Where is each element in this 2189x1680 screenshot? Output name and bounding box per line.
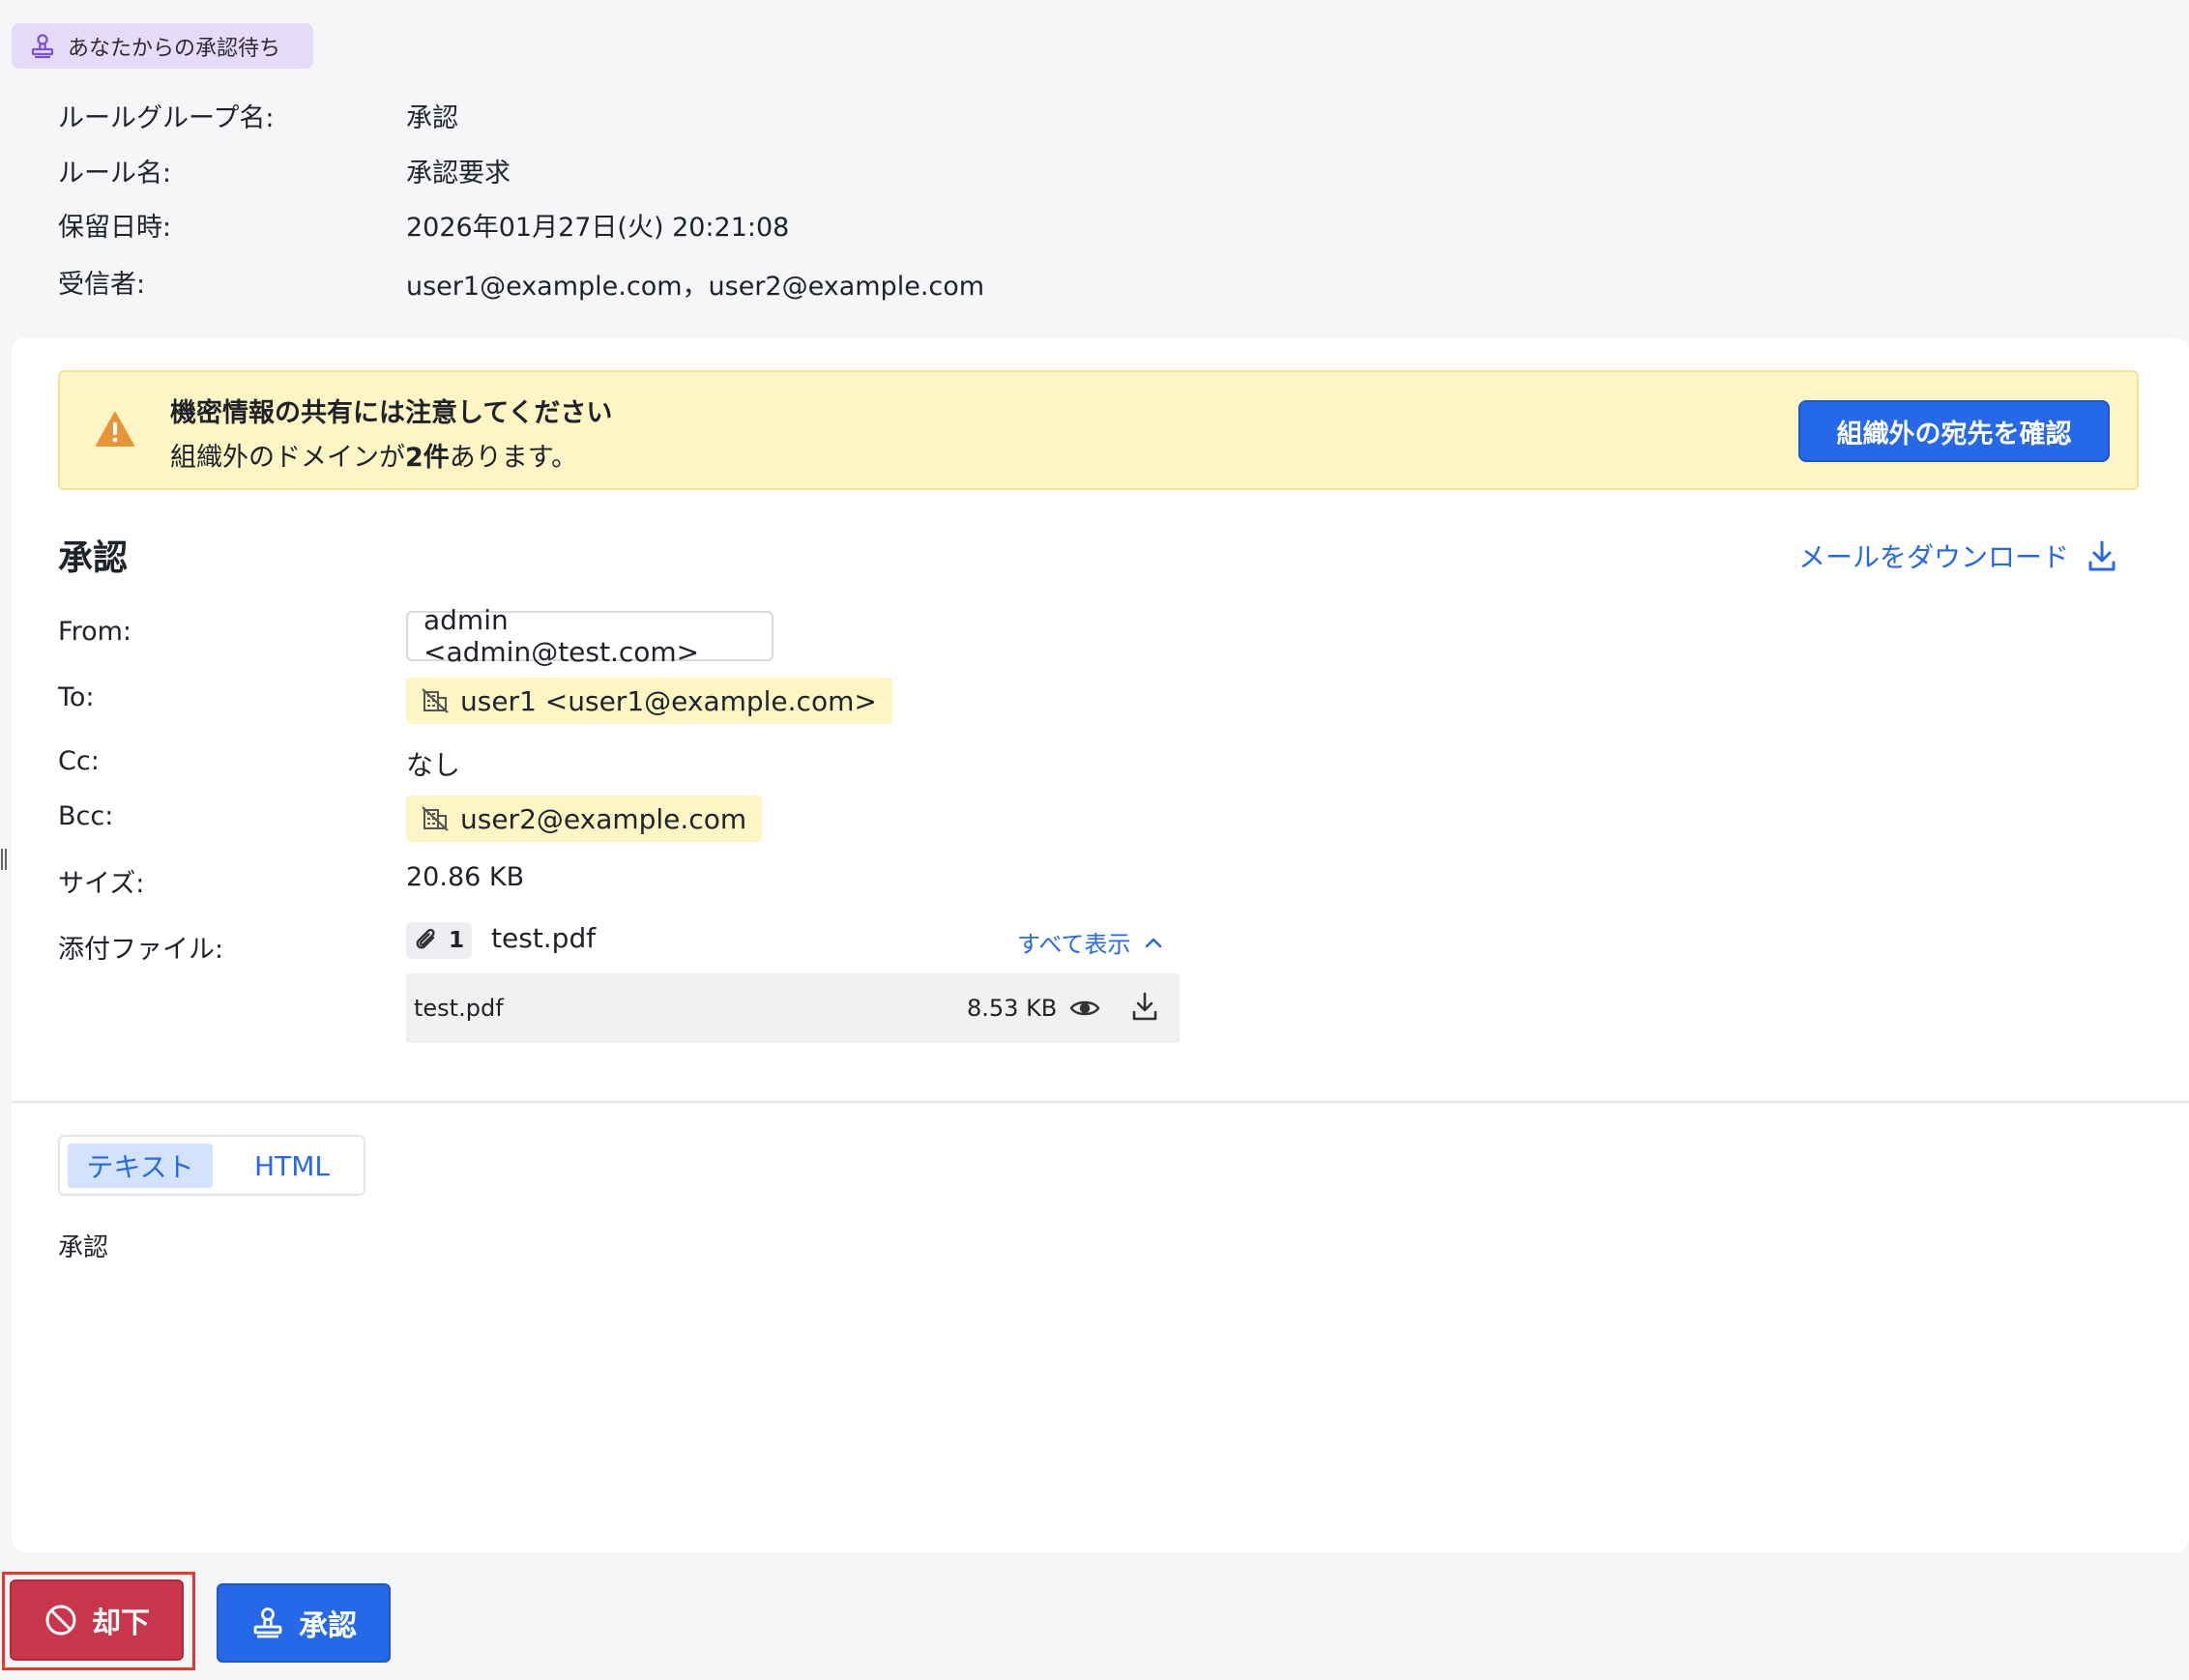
to-recipient-chip: user1 <user1@example.com> xyxy=(406,678,892,724)
download-icon xyxy=(2088,540,2116,571)
status-badge-label: あなたからの承認待ち xyxy=(68,36,281,61)
attachment-download-icon[interactable] xyxy=(1131,991,1158,1022)
attachment-file-name: test.pdf xyxy=(414,995,504,1022)
attachment-summary-name: test.pdf xyxy=(491,922,597,954)
stamp-icon xyxy=(31,33,54,58)
warning-count: 2件 xyxy=(405,443,450,473)
external-domain-icon xyxy=(422,688,449,713)
cc-value: なし xyxy=(406,749,461,781)
download-mail-link[interactable]: メールをダウンロード xyxy=(1798,536,2117,575)
confirm-external-recipients-button[interactable]: 組織外の宛先を確認 xyxy=(1798,400,2110,462)
bcc-value: user2@example.com xyxy=(460,802,747,835)
show-all-label: すべて表示 xyxy=(1017,931,1131,958)
mail-body-text: 承認 xyxy=(58,1233,109,1262)
warning-text: 組織外のドメインが2件あります。 xyxy=(170,436,577,474)
warning-triangle-icon xyxy=(96,412,134,447)
size-label: サイズ: xyxy=(58,869,145,899)
recipients-value: user1@example.com，user2@example.com xyxy=(406,272,985,302)
warning-title: 機密情報の共有には注意してください xyxy=(170,398,613,428)
rule-name-label: ルール名: xyxy=(58,159,172,188)
attachment-row: test.pdf 8.53 KB xyxy=(406,973,1180,1043)
prohibited-icon xyxy=(45,1605,76,1636)
rule-group-value: 承認 xyxy=(406,103,458,133)
approve-label: 承認 xyxy=(299,1609,357,1643)
tab-html[interactable]: HTML xyxy=(234,1144,350,1188)
bcc-label: Bcc: xyxy=(58,801,114,831)
bcc-recipient-chip: user2@example.com xyxy=(406,796,763,842)
preview-eye-icon[interactable] xyxy=(1069,995,1100,1022)
rule-name-value: 承認要求 xyxy=(406,159,511,188)
paperclip-icon xyxy=(416,928,435,949)
reject-label: 却下 xyxy=(92,1607,150,1640)
reject-button-focus-outline: 却下 xyxy=(2,1572,195,1670)
from-value: admin <admin@test.com> xyxy=(423,604,700,668)
reject-button[interactable]: 却下 xyxy=(10,1579,184,1661)
show-all-attachments-toggle[interactable]: すべて表示 xyxy=(1017,925,1163,959)
approve-button[interactable]: 承認 xyxy=(217,1583,391,1663)
status-badge: あなたからの承認待ち xyxy=(12,23,313,69)
download-mail-label: メールをダウンロード xyxy=(1798,541,2070,573)
to-label: To: xyxy=(58,682,95,712)
held-at-label: 保留日時: xyxy=(58,213,172,243)
attachment-count: 1 xyxy=(448,928,464,953)
cc-label: Cc: xyxy=(58,746,100,776)
from-field: admin <admin@test.com> xyxy=(406,604,773,668)
size-value: 20.86 KB xyxy=(406,862,525,892)
held-at-value: 2026年01月27日(火) 20:21:08 xyxy=(406,213,790,243)
tab-text[interactable]: テキスト xyxy=(68,1144,213,1188)
warning-text-suffix: あります。 xyxy=(449,443,578,473)
rule-group-label: ルールグループ名: xyxy=(58,103,275,133)
attachment-file-size: 8.53 KB xyxy=(967,995,1058,1022)
attachment-count-badge: 1 xyxy=(406,922,472,959)
recipients-label: 受信者: xyxy=(58,270,146,300)
from-label: From: xyxy=(58,617,131,647)
to-value: user1 <user1@example.com> xyxy=(460,684,877,717)
body-format-tabs: テキスト HTML xyxy=(58,1135,365,1196)
chevron-up-icon xyxy=(1146,938,1162,947)
stamp-icon xyxy=(253,1608,282,1638)
external-domain-warning: 機密情報の共有には注意してください 組織外のドメインが2件あります。 組織外の宛… xyxy=(58,370,2139,490)
section-divider xyxy=(12,1101,2189,1103)
resize-handle-icon[interactable] xyxy=(0,849,8,870)
warning-text-prefix: 組織外のドメインが xyxy=(170,443,405,473)
mail-subject-title: 承認 xyxy=(58,538,129,578)
attachments-label: 添付ファイル: xyxy=(58,935,224,965)
external-domain-icon xyxy=(422,806,449,831)
